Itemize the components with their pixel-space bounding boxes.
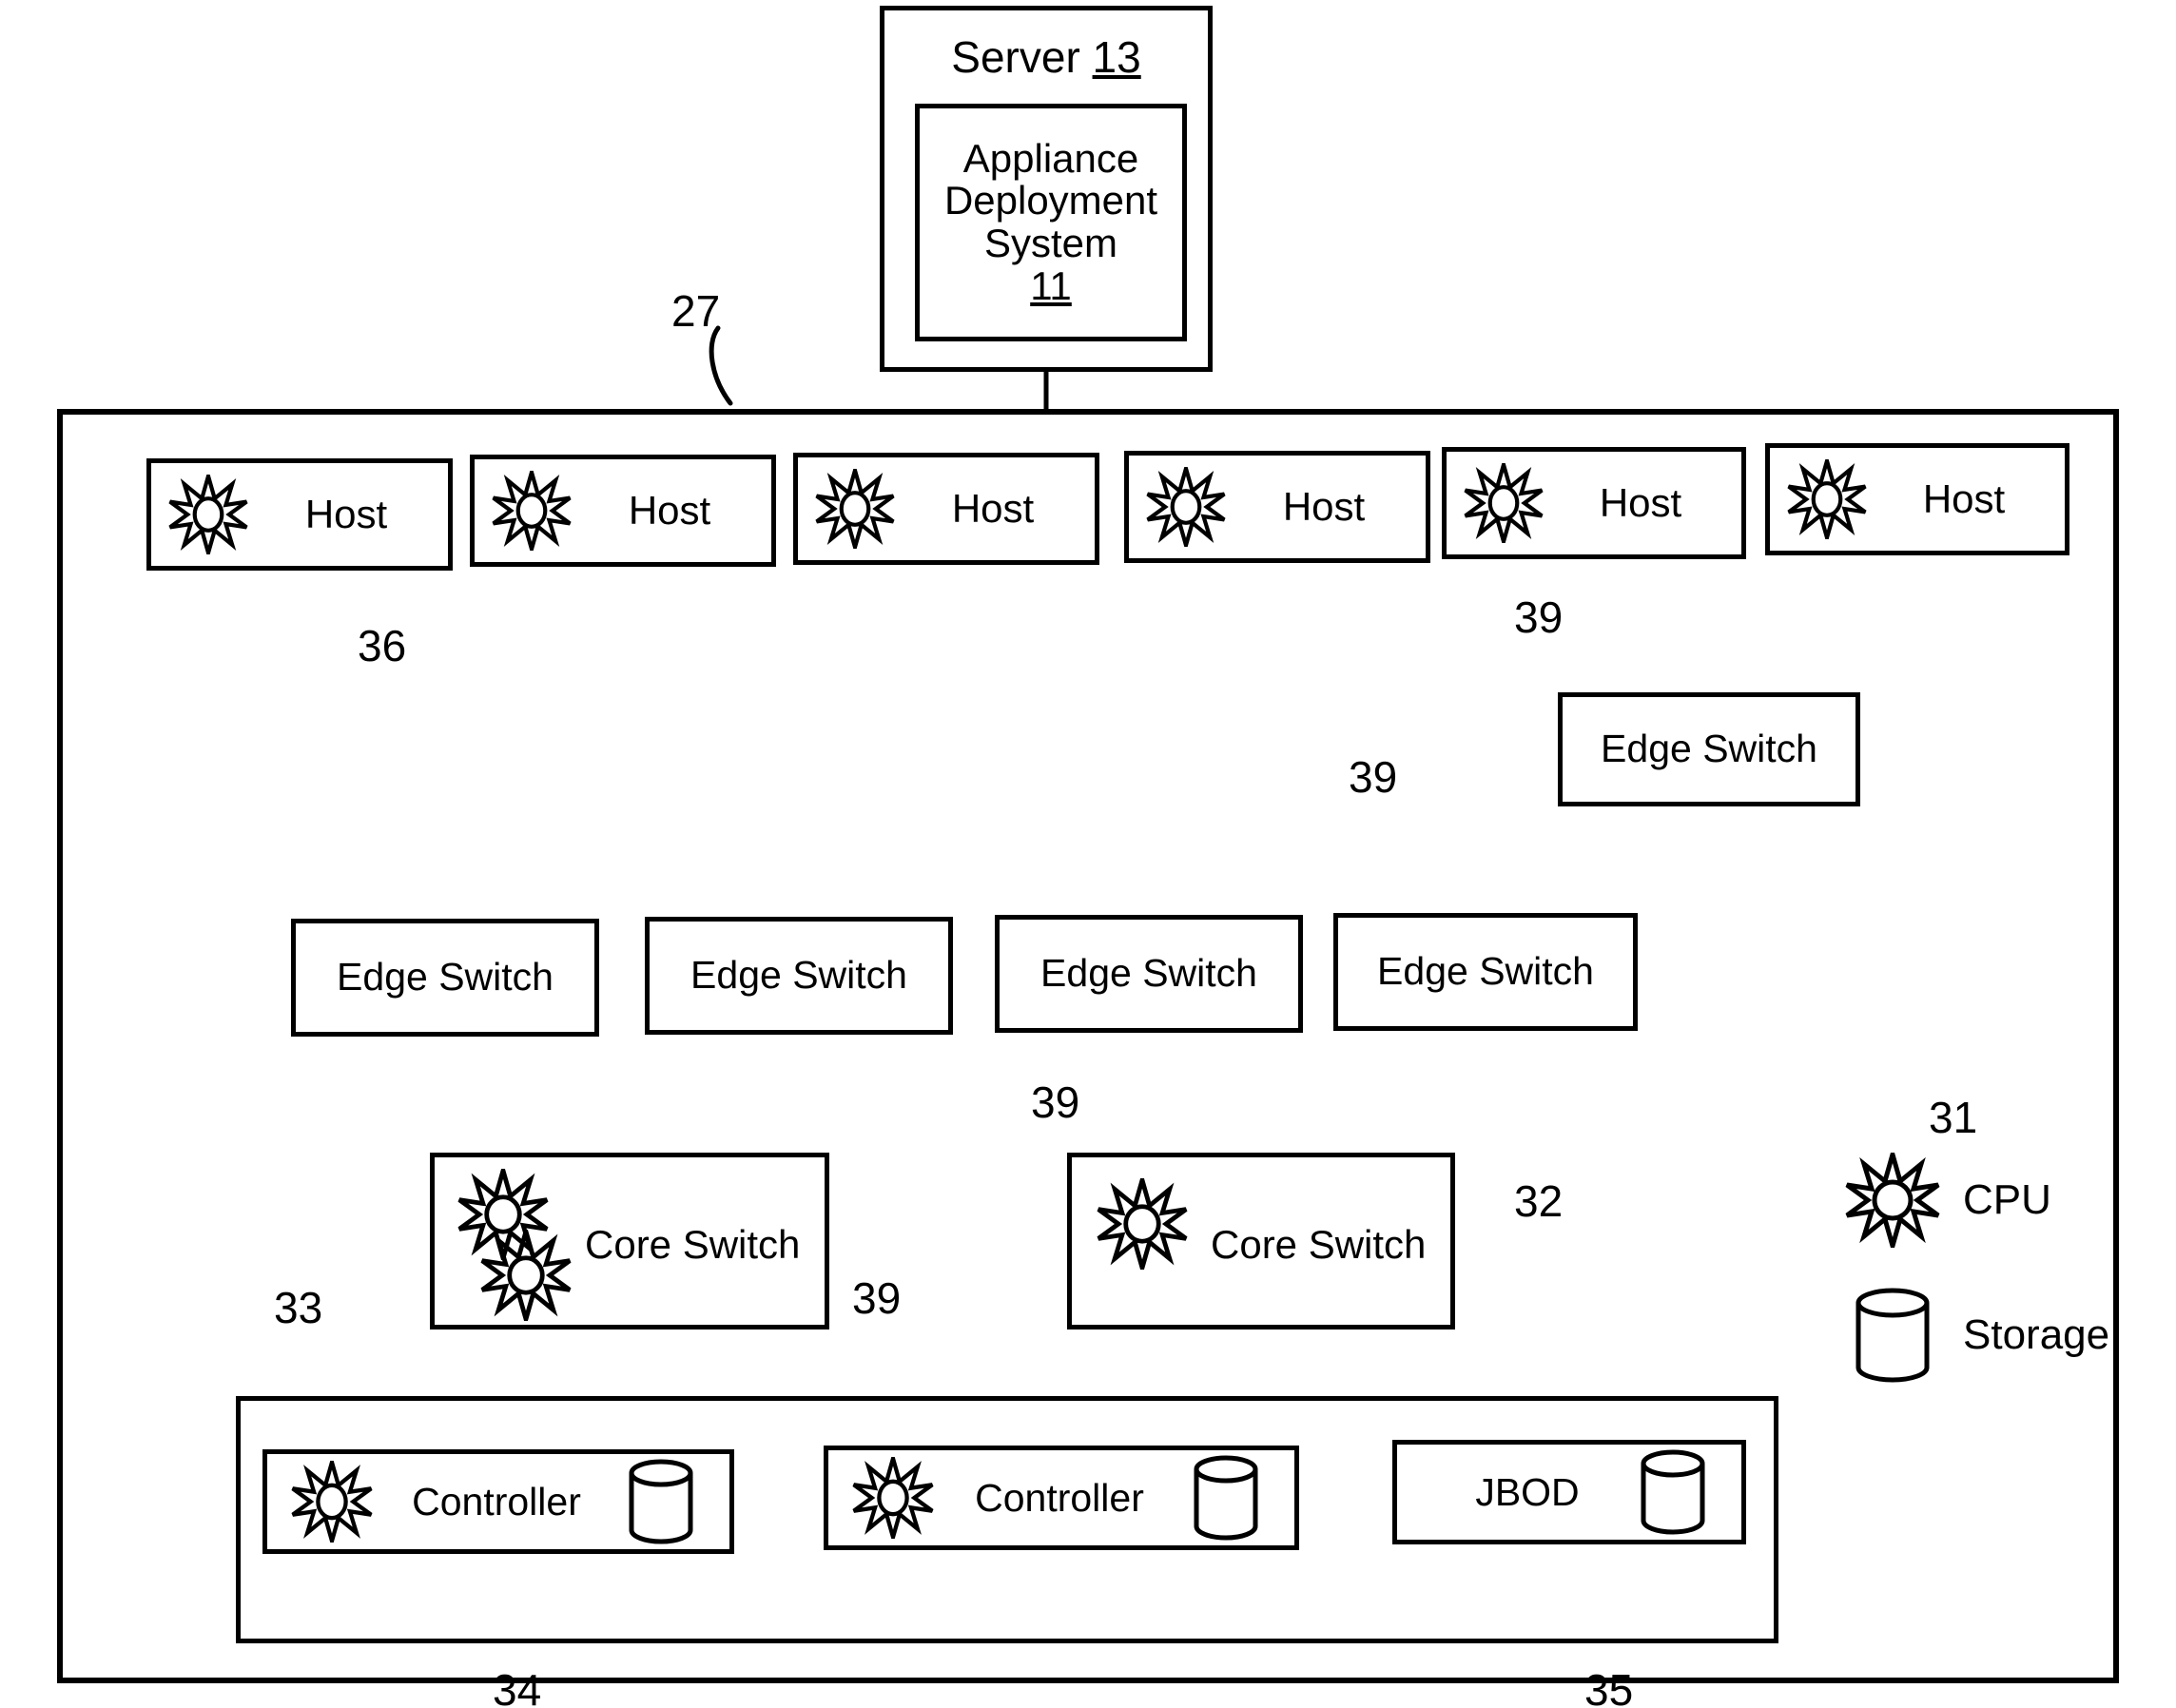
server-title: Server 13 (884, 31, 1208, 83)
cpu-icon (1783, 459, 1871, 539)
legend-row-cpu: CPU (1843, 1153, 2128, 1248)
cpu-icon (1843, 1153, 1942, 1248)
cpu-icon (845, 1457, 941, 1539)
patent-figure: Server 13 Appliance Deployment System 11… (0, 0, 2176, 1708)
ref-numeral-39-c: 39 (1031, 1077, 1080, 1127)
ref-numeral-35: 35 (1584, 1665, 1634, 1708)
host-label: Host (304, 492, 388, 536)
edge-switch-label: Edge Switch (1601, 727, 1817, 771)
storage-icon (1625, 1448, 1720, 1536)
ref-numeral-39-a: 39 (1514, 592, 1564, 642)
core-switch-label: Core Switch (1211, 1222, 1427, 1267)
host-label: Host (1599, 480, 1682, 525)
host-label: Host (1922, 476, 2006, 521)
legend-label-cpu: CPU (1963, 1176, 2051, 1223)
host-box-6[interactable]: Host (1765, 443, 2069, 555)
legend: CPU Storage (1843, 1153, 2128, 1423)
edge-switch-box-2[interactable]: Edge Switch (645, 917, 953, 1035)
ads-line2: Deployment (943, 178, 1158, 223)
core-switch-box-1[interactable]: Core Switch (430, 1153, 829, 1330)
ref-numeral-33: 33 (274, 1283, 323, 1332)
cpu-icon (1097, 1172, 1188, 1276)
cpu-icon (1460, 463, 1547, 543)
host-label: Host (628, 488, 711, 533)
host-box-3[interactable]: Host (793, 453, 1099, 565)
legend-label-storage: Storage (1963, 1311, 2110, 1358)
ref-numeral-39-d: 39 (852, 1273, 902, 1323)
server-box: Server 13 Appliance Deployment System 11 (880, 6, 1213, 372)
edge-switch-label: Edge Switch (1377, 949, 1594, 994)
leader-27 (709, 325, 733, 406)
host-box-5[interactable]: Host (1442, 447, 1746, 559)
host-label: Host (951, 486, 1035, 531)
host-box-4[interactable]: Host (1124, 451, 1430, 563)
storage-icon (1843, 1286, 1942, 1385)
legend-row-storage: Storage (1843, 1288, 2128, 1383)
ref-numeral-39-b: 39 (1349, 752, 1398, 802)
jbod-box[interactable]: JBOD (1392, 1440, 1746, 1544)
edge-switch-label: Edge Switch (337, 955, 554, 1000)
cpu-icon (1142, 467, 1230, 547)
edge-switch-box-5[interactable]: Edge Switch (1558, 692, 1860, 806)
jbod-label: JBOD (1475, 1469, 1580, 1514)
cpu-icon (811, 469, 899, 549)
host-label: Host (1282, 484, 1366, 529)
controller-label: Controller (412, 1479, 581, 1524)
storage-icon (613, 1458, 709, 1545)
server-label: Server (951, 32, 1080, 82)
ref-numeral-34: 34 (493, 1665, 542, 1708)
edge-switch-label: Edge Switch (690, 953, 907, 998)
storage-icon (1178, 1454, 1273, 1542)
edge-switch-box-3[interactable]: Edge Switch (995, 915, 1303, 1033)
edge-switch-label: Edge Switch (1040, 951, 1257, 996)
controller-box-2[interactable]: Controller (824, 1446, 1299, 1550)
core-switch-box-2[interactable]: Core Switch (1067, 1153, 1455, 1330)
ref-numeral-36: 36 (358, 621, 407, 670)
cpu-icon (480, 1223, 572, 1328)
ref-numeral-31: 31 (1929, 1093, 1978, 1142)
ref-numeral-27: 27 (671, 286, 721, 336)
ads-line3: System (983, 221, 1118, 265)
core-switch-label: Core Switch (585, 1222, 801, 1267)
ref-numeral-32: 32 (1514, 1176, 1564, 1226)
edge-switch-box-1[interactable]: Edge Switch (291, 919, 599, 1037)
host-box-1[interactable]: Host (146, 458, 453, 571)
server-ref: 13 (1092, 32, 1141, 82)
cpu-icon (284, 1461, 379, 1543)
controller-box-1[interactable]: Controller (262, 1449, 734, 1554)
cpu-icon (165, 475, 252, 554)
ads-ref: 11 (1030, 262, 1072, 308)
cpu-icon (488, 471, 575, 551)
edge-switch-box-4[interactable]: Edge Switch (1333, 913, 1638, 1031)
appliance-deployment-system-box: Appliance Deployment System 11 (915, 104, 1187, 341)
ads-line1: Appliance (962, 135, 1139, 181)
host-box-2[interactable]: Host (470, 455, 776, 567)
controller-label: Controller (975, 1475, 1144, 1520)
